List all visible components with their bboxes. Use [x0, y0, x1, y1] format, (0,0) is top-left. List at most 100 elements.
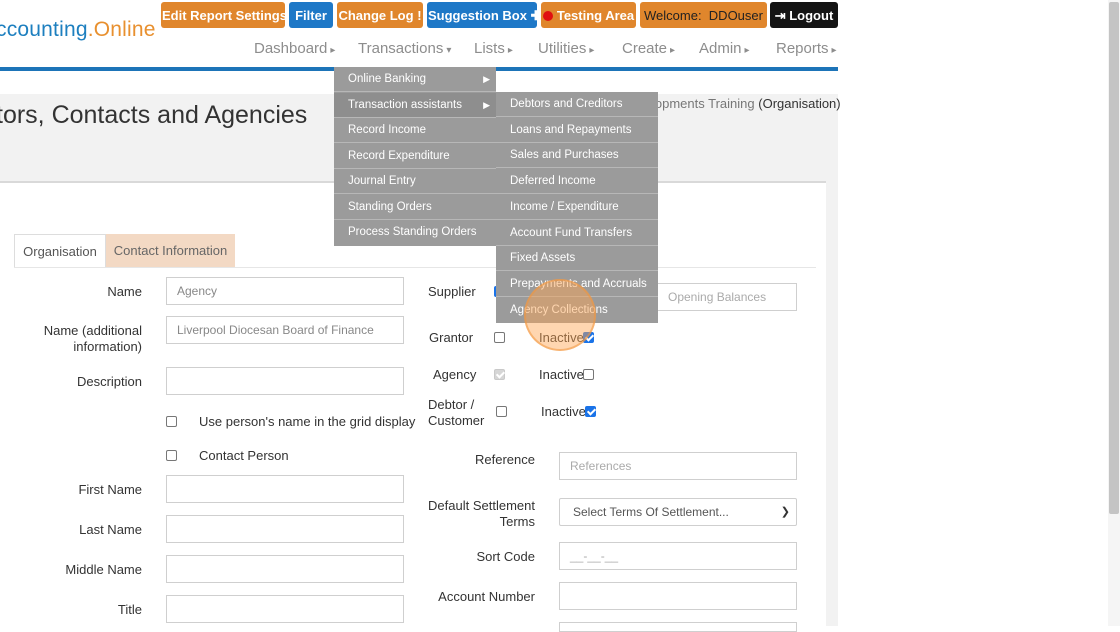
logo-text: ccounting: [0, 18, 88, 41]
agency-inactive-label: Inactive: [539, 367, 584, 382]
default-settlement-label: Default Settlement Terms: [428, 498, 535, 530]
nav-create[interactable]: Create ▸: [622, 40, 675, 57]
sort-code-input[interactable]: __-__-__: [559, 542, 797, 570]
filter-label: Filter: [295, 8, 327, 23]
debtor-inactive-checkbox[interactable]: [585, 406, 596, 417]
title-label: Title: [117, 602, 142, 617]
use-person-name-checkbox[interactable]: [166, 416, 177, 427]
name-label: Name: [107, 284, 142, 299]
logout-icon: ⇥: [774, 8, 786, 23]
menu-item-label: Online Banking: [348, 73, 426, 85]
organisation-name: lopments Training: [652, 96, 755, 111]
opening-balances-button[interactable]: Opening Balances: [657, 283, 797, 311]
exclamation-icon: !: [417, 8, 422, 23]
agency-checkbox[interactable]: [494, 369, 505, 380]
menu-item-label: Transaction assistants: [348, 98, 462, 111]
submenu-item-label: Account Fund Transfers: [510, 226, 633, 239]
settlement-terms-select[interactable]: Select Terms Of Settlement... ❯: [559, 498, 797, 526]
tab-organisation[interactable]: Organisation: [14, 234, 106, 268]
testing-area-label: Testing Area: [556, 8, 635, 23]
middle-name-input[interactable]: [166, 555, 404, 583]
nav-dashboard-label: Dashboard: [254, 40, 328, 57]
name-additional-input[interactable]: Liverpool Diocesan Board of Finance: [166, 316, 404, 344]
nav-lists[interactable]: Lists ▸: [474, 40, 513, 57]
submenu-item-label: Debtors and Creditors: [510, 98, 623, 110]
caret-right-icon: ▸: [670, 45, 676, 56]
grantor-checkbox[interactable]: [494, 332, 505, 343]
grantor-label: Grantor: [429, 330, 474, 345]
debtor-inactive-label: Inactive: [541, 404, 586, 419]
name-additional-label: Name (additional information): [44, 323, 142, 355]
menu-item-journal-entry[interactable]: Journal Entry: [334, 169, 496, 194]
caret-right-icon: ▸: [330, 45, 336, 56]
menu-item-label: Record Expenditure: [348, 149, 450, 162]
plus-icon: ✚: [530, 8, 542, 23]
nav-utilities-label: Utilities: [538, 40, 587, 57]
tab-contact-information[interactable]: Contact Information: [106, 234, 235, 268]
menu-item-label: Standing Orders: [348, 200, 432, 213]
testing-area-button[interactable]: Testing Area: [541, 2, 636, 28]
last-name-input[interactable]: [166, 515, 404, 543]
description-label: Description: [76, 374, 142, 389]
nav-dashboard[interactable]: Dashboard ▸: [254, 40, 335, 57]
name-additional-label-line2: information): [73, 339, 142, 354]
name-input[interactable]: Agency: [166, 277, 404, 305]
menu-item-label: Process Standing Orders: [348, 226, 477, 238]
change-log-button[interactable]: Change Log !: [337, 2, 423, 28]
menu-item-transaction-assistants[interactable]: Transaction assistants ▶: [334, 92, 496, 118]
filter-button[interactable]: Filter: [289, 2, 333, 28]
click-indicator: [524, 279, 596, 351]
debtor-label: Debtor / Customer: [428, 397, 484, 429]
nav-reports[interactable]: Reports ▸: [776, 40, 837, 57]
submenu-arrow-icon: ▶: [483, 74, 490, 84]
submenu-item-income-expenditure[interactable]: Income / Expenditure: [496, 195, 658, 220]
nav-admin[interactable]: Admin ▸: [699, 40, 750, 57]
last-name-label: Last Name: [79, 522, 142, 537]
logo-online: Online: [93, 18, 156, 41]
reference-label: Reference: [475, 452, 535, 467]
reference-input[interactable]: References: [559, 452, 797, 480]
menu-item-process-standing-orders[interactable]: Process Standing Orders: [334, 220, 496, 245]
debtor-checkbox[interactable]: [496, 406, 507, 417]
debtor-label-line1: Debtor /: [428, 397, 475, 412]
submenu-item-debtors-creditors[interactable]: Debtors and Creditors: [496, 92, 658, 117]
agency-label: Agency: [433, 367, 477, 382]
app-logo[interactable]: ccounting.Online: [0, 18, 156, 42]
page-title: tors, Contacts and Agencies: [0, 101, 308, 129]
nav-transactions-label: Transactions: [358, 40, 444, 57]
logout-button[interactable]: ⇥ Logout: [770, 2, 838, 28]
next-field-input[interactable]: [559, 622, 797, 632]
menu-item-record-expenditure[interactable]: Record Expenditure: [334, 144, 496, 169]
edit-report-settings-button[interactable]: Edit Report Settings: [161, 2, 287, 28]
account-number-input[interactable]: [559, 582, 797, 610]
first-name-input[interactable]: [166, 475, 404, 503]
nav-lists-label: Lists: [474, 40, 505, 57]
nav-utilities[interactable]: Utilities ▸: [538, 40, 594, 57]
agency-inactive-checkbox[interactable]: [583, 369, 594, 380]
menu-item-online-banking[interactable]: Online Banking ▶: [334, 67, 496, 92]
caret-right-icon: ▸: [744, 45, 750, 56]
nav-transactions[interactable]: Transactions ▾: [358, 40, 451, 57]
middle-name-label: Middle Name: [65, 562, 142, 577]
submenu-item-sales-purchases[interactable]: Sales and Purchases: [496, 143, 658, 169]
submenu-item-deferred-income[interactable]: Deferred Income: [496, 169, 658, 195]
menu-item-standing-orders[interactable]: Standing Orders: [334, 195, 496, 220]
supplier-label: Supplier: [428, 284, 476, 299]
welcome-badge[interactable]: Welcome: DDOuser: [640, 2, 767, 28]
submenu-item-loans-repayments[interactable]: Loans and Repayments: [496, 118, 658, 143]
contact-person-label: Contact Person: [199, 448, 289, 463]
welcome-user: DDOuser: [708, 8, 763, 23]
description-input[interactable]: [166, 367, 404, 395]
menu-item-record-income[interactable]: Record Income: [334, 118, 496, 143]
title-input[interactable]: [166, 595, 404, 623]
submenu-item-account-fund-transfers[interactable]: Account Fund Transfers: [496, 221, 658, 246]
contact-person-checkbox[interactable]: [166, 450, 177, 461]
tab-divider: [14, 267, 816, 268]
name-additional-label-line1: Name (additional: [43, 323, 142, 338]
suggestion-box-button[interactable]: Suggestion Box ✚: [427, 2, 541, 28]
submenu-item-fixed-assets[interactable]: Fixed Assets: [496, 246, 658, 272]
caret-right-icon: ▸: [589, 45, 595, 56]
scrollbar-thumb[interactable]: [1109, 2, 1119, 514]
logout-label: Logout: [789, 8, 834, 23]
settlement-terms-value: Select Terms Of Settlement...: [573, 505, 729, 519]
